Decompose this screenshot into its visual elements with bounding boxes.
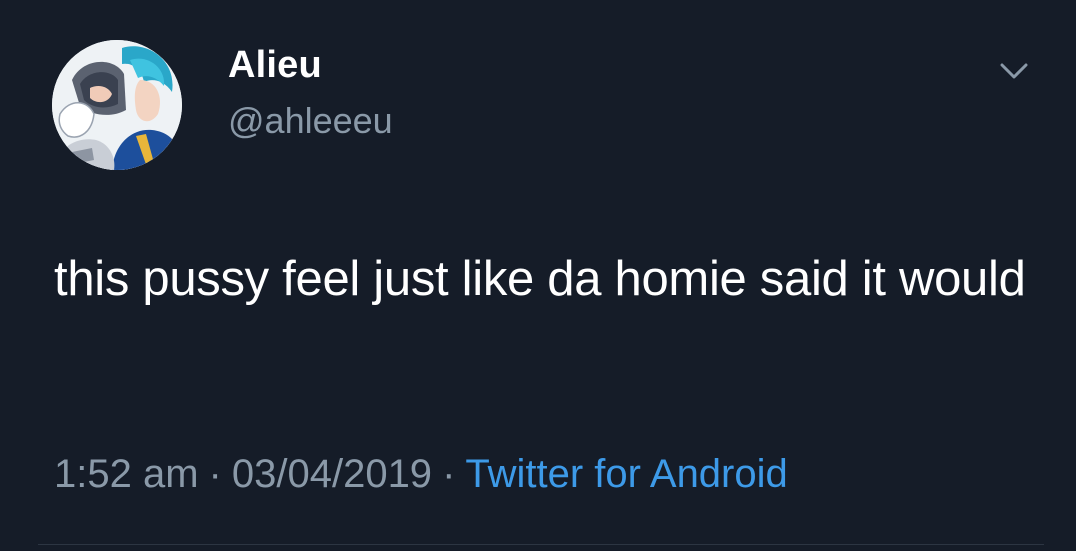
separator-dot: · bbox=[208, 452, 222, 496]
tweet-source-link[interactable]: Twitter for Android bbox=[465, 452, 787, 496]
divider bbox=[38, 544, 1044, 545]
tweet-time[interactable]: 1:52 am bbox=[54, 452, 199, 496]
display-name[interactable]: Alieu bbox=[228, 44, 322, 87]
tweet-metadata: 1:52 am · 03/04/2019 · Twitter for Android bbox=[54, 452, 788, 497]
tweet-card: Alieu @ahleeeu this pussy feel just like… bbox=[0, 0, 1076, 551]
separator-dot: · bbox=[442, 452, 456, 496]
username-handle[interactable]: @ahleeeu bbox=[228, 100, 393, 142]
avatar[interactable] bbox=[52, 40, 182, 170]
tweet-text: this pussy feel just like da homie said … bbox=[54, 252, 1026, 306]
tweet-date[interactable]: 03/04/2019 bbox=[232, 452, 432, 496]
avatar-image bbox=[52, 40, 182, 170]
chevron-down-icon[interactable] bbox=[996, 56, 1032, 86]
